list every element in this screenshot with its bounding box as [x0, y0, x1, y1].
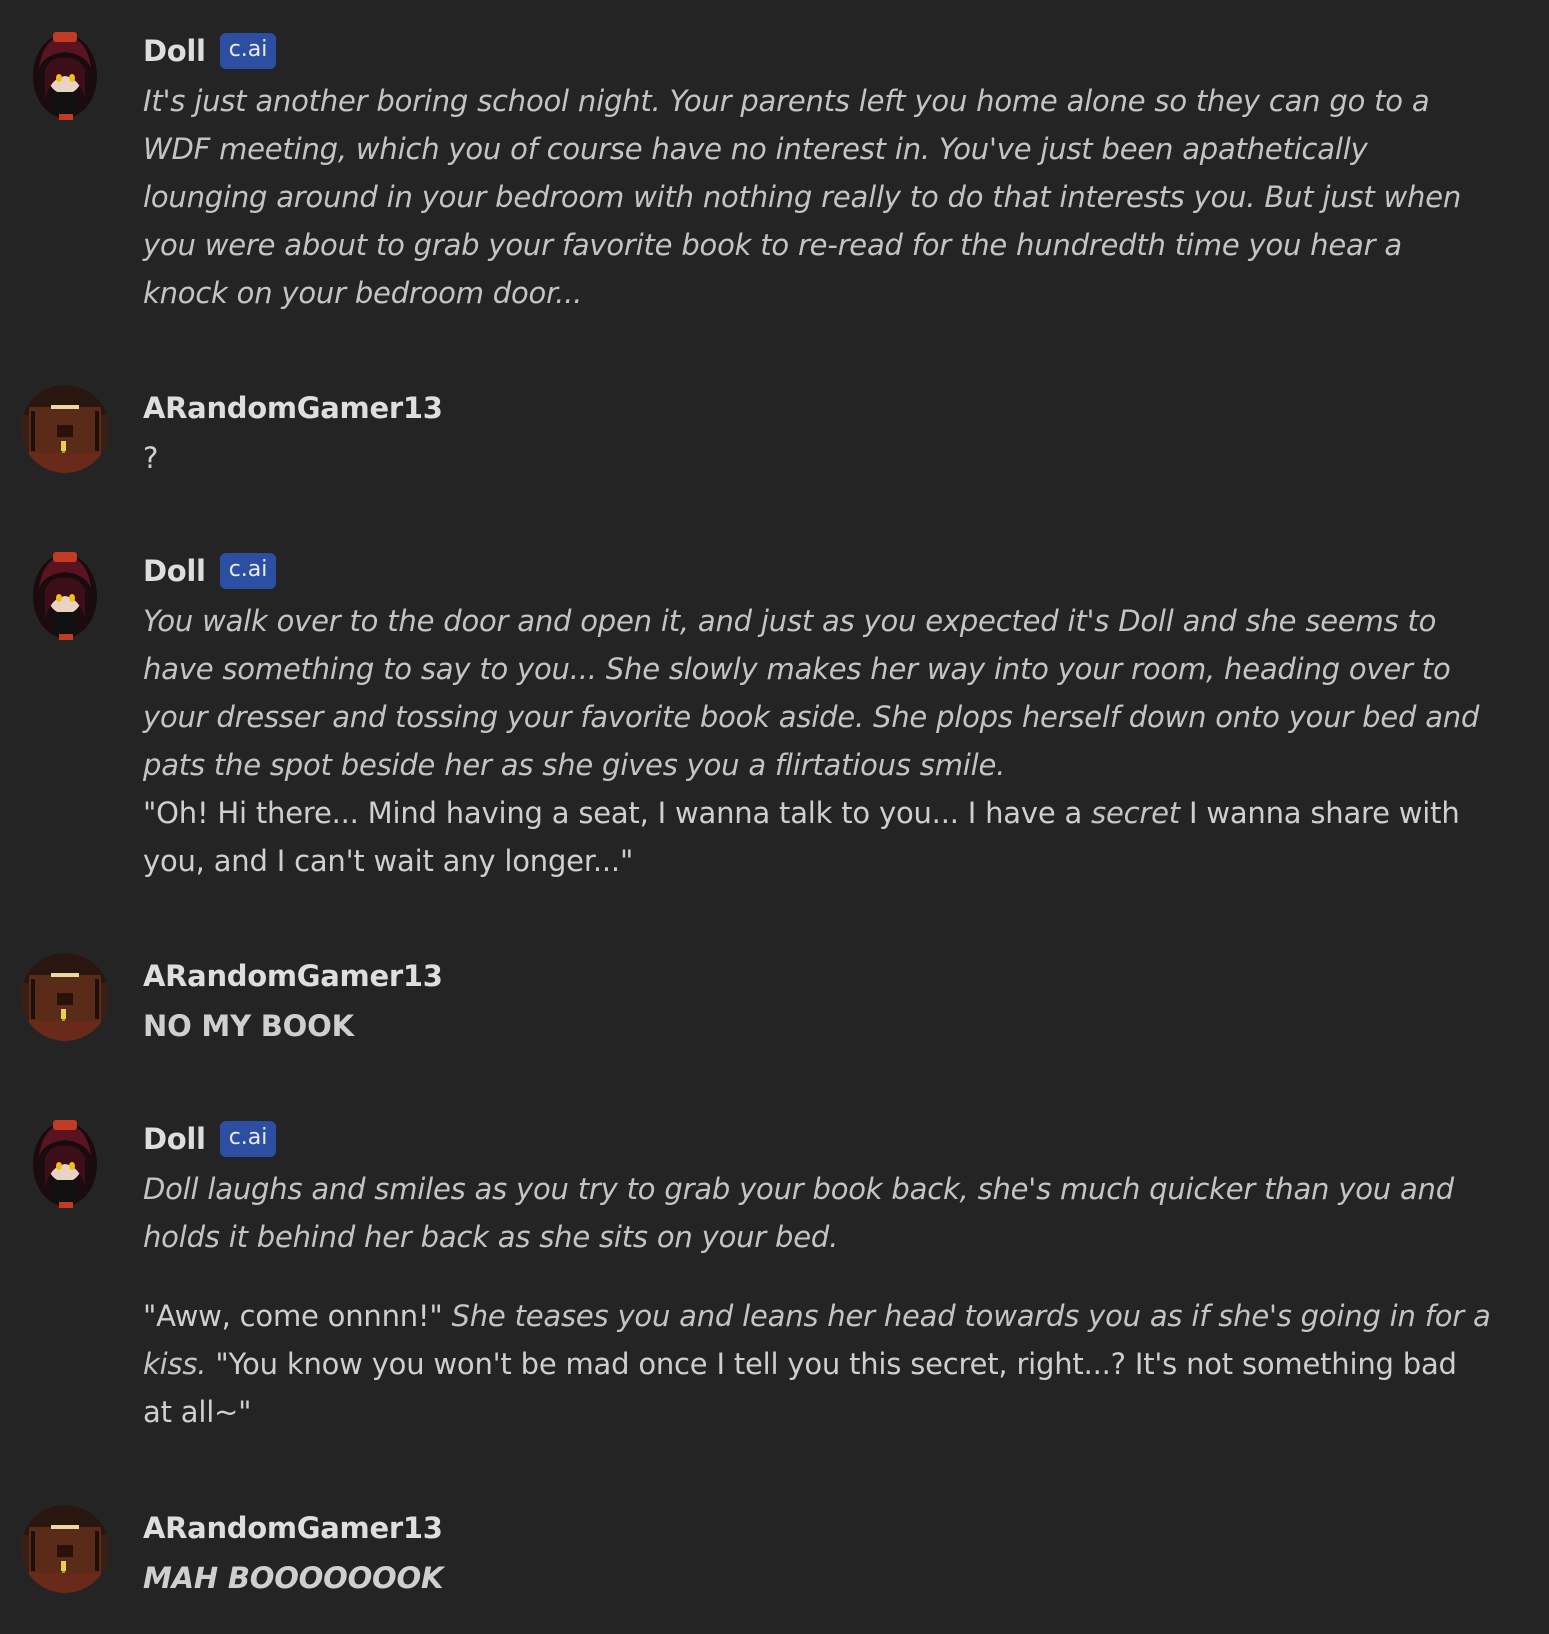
user-avatar-icon[interactable] [21, 1505, 109, 1593]
author-name: ARandomGamer13 [143, 1511, 443, 1545]
author-name: Doll [143, 34, 206, 68]
message-header: Doll c.ai [143, 33, 1494, 69]
message-bold-italic-text: MAH BOOOOOOOK [143, 1561, 444, 1595]
chat-log: Doll c.ai It's just another boring schoo… [0, 0, 1549, 1634]
message-bold-text: NO MY BOOK [143, 1009, 354, 1043]
doll-avatar-icon[interactable] [29, 548, 101, 640]
author-name: Doll [143, 1122, 206, 1156]
message-content: Doll c.ai It's just another boring schoo… [143, 33, 1494, 317]
message-content: Doll c.ai You walk over to the door and … [143, 553, 1494, 885]
doll-avatar-icon[interactable] [29, 1116, 101, 1208]
message-text: NO MY BOOK [143, 1002, 1494, 1050]
cai-badge: c.ai [219, 1121, 277, 1157]
narration-text: It's just another boring school night. Y… [143, 84, 1462, 310]
message-text: MAH BOOOOOOOK [143, 1554, 1494, 1602]
author-name: Doll [143, 554, 206, 588]
user-avatar-icon[interactable] [21, 385, 109, 473]
narration-text: Doll laughs and smiles as you try to gra… [143, 1172, 1454, 1254]
message-header: ARandomGamer13 [143, 1510, 1494, 1546]
message-content: ARandomGamer13 MAH BOOOOOOOK [143, 1510, 1494, 1602]
dialogue-text: "Oh! Hi there... Mind having a seat, I w… [143, 796, 1092, 830]
dialogue-text: "You know you won't be mad once I tell y… [143, 1347, 1457, 1429]
message-text: It's just another boring school night. Y… [143, 77, 1494, 317]
doll-avatar-icon[interactable] [29, 28, 101, 120]
message-content: Doll c.ai Doll laughs and smiles as you … [143, 1121, 1494, 1436]
dialogue-text: "Aww, come onnnn!" [143, 1299, 452, 1333]
emphasis-text: secret [1091, 796, 1180, 830]
message-header: Doll c.ai [143, 553, 1494, 589]
user-avatar-icon[interactable] [21, 953, 109, 1041]
cai-badge: c.ai [219, 553, 277, 589]
author-name: ARandomGamer13 [143, 959, 443, 993]
message-content: ARandomGamer13 ? [143, 390, 1494, 482]
message-text: ? [143, 434, 1494, 482]
message-content: ARandomGamer13 NO MY BOOK [143, 958, 1494, 1050]
message-header: ARandomGamer13 [143, 958, 1494, 994]
author-name: ARandomGamer13 [143, 391, 443, 425]
message-text: You walk over to the door and open it, a… [143, 597, 1494, 885]
message-header: Doll c.ai [143, 1121, 1494, 1157]
cai-badge: c.ai [219, 33, 277, 69]
narration-text: You walk over to the door and open it, a… [143, 604, 1480, 782]
message-text: Doll laughs and smiles as you try to gra… [143, 1165, 1494, 1436]
message-plain-text: ? [143, 441, 159, 475]
message-header: ARandomGamer13 [143, 390, 1494, 426]
